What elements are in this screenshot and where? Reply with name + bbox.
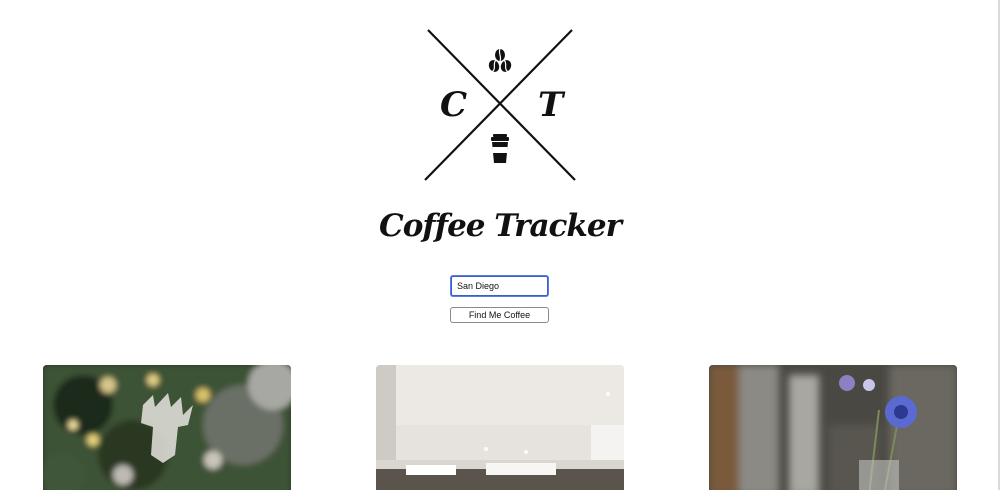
flower-vase-photo [709,365,957,490]
result-card[interactable] [43,365,291,490]
logo-letter-t: T [538,85,564,125]
location-search-input[interactable] [451,276,548,296]
page: C T Coffee Tracker Find Me Coffee [0,0,1000,490]
page-title: Coffee Tracker [379,208,622,244]
find-coffee-button[interactable]: Find Me Coffee [450,307,549,323]
cafe-interior-photo [376,365,624,490]
logo-letter-c: C [440,85,468,125]
coffee-cup-icon [491,134,509,163]
coffee-bean-icon [488,48,512,73]
christmas-tree-photo [43,365,291,490]
result-card[interactable] [376,365,624,490]
result-card[interactable] [709,365,957,490]
